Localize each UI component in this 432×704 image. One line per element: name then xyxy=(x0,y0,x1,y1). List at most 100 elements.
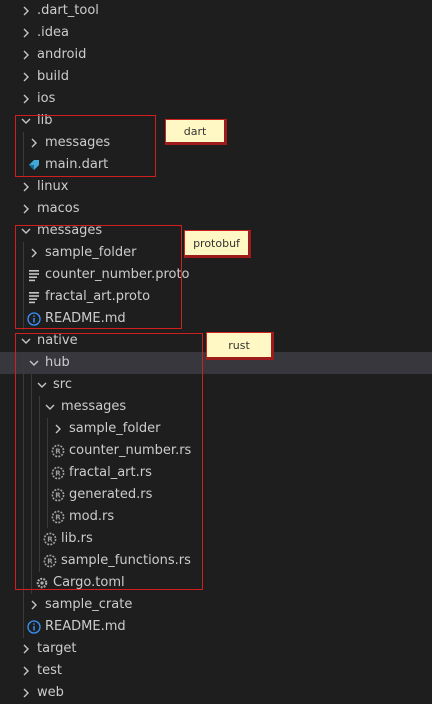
tree-file-mod-rs[interactable]: Rmod.rs xyxy=(0,506,432,528)
tree-folder-web[interactable]: web xyxy=(0,682,432,704)
tree-item-label: sample_functions.rs xyxy=(61,553,191,568)
tree-file-fractal-art-rs[interactable]: Rfractal_art.rs xyxy=(0,462,432,484)
tree-file-lib-rs[interactable]: Rlib.rs xyxy=(0,528,432,550)
chevron-right-icon[interactable] xyxy=(50,421,66,437)
tree-file-main-dart[interactable]: main.dart xyxy=(0,154,432,176)
tree-item-label: counter_number.rs xyxy=(69,443,192,458)
tree-item-label: messages xyxy=(61,399,127,414)
indent-guide xyxy=(39,396,40,418)
indent-guide xyxy=(23,418,24,440)
chevron-right-icon[interactable] xyxy=(18,663,34,679)
indent-guide xyxy=(23,308,24,330)
indent-guide xyxy=(23,154,24,176)
indent-guide xyxy=(23,396,24,418)
tree-file-readme-md[interactable]: README.md xyxy=(0,616,432,638)
chevron-right-icon[interactable] xyxy=(18,3,34,19)
tree-file-generated-rs[interactable]: Rgenerated.rs xyxy=(0,484,432,506)
indent-guide xyxy=(31,418,32,440)
chevron-right-icon[interactable] xyxy=(18,25,34,41)
tree-item-label: generated.rs xyxy=(69,487,153,502)
chevron-down-icon[interactable] xyxy=(18,223,34,239)
tree-item-label: lib xyxy=(37,113,53,128)
svg-text:R: R xyxy=(55,448,61,456)
chevron-right-icon[interactable] xyxy=(18,47,34,63)
annotation-rust-label: rust xyxy=(228,338,250,352)
tree-item-label: fractal_art.rs xyxy=(69,465,152,480)
tree-item-label: fractal_art.proto xyxy=(45,289,151,304)
indent-guide xyxy=(47,462,48,484)
indent-guide xyxy=(23,242,24,264)
tree-folder--dart-tool[interactable]: .dart_tool xyxy=(0,0,432,22)
indent-guide xyxy=(23,616,24,638)
rust-file-icon: R xyxy=(50,443,66,459)
tree-item-label: web xyxy=(37,685,64,700)
svg-text:R: R xyxy=(55,492,61,500)
tree-item-label: src xyxy=(53,377,72,392)
chevron-right-icon[interactable] xyxy=(26,245,42,261)
tree-folder-build[interactable]: build xyxy=(0,66,432,88)
tree-file-cargo-toml[interactable]: Cargo.toml xyxy=(0,572,432,594)
tree-folder-android[interactable]: android xyxy=(0,44,432,66)
chevron-right-icon[interactable] xyxy=(18,91,34,107)
tree-file-fractal-art-proto[interactable]: fractal_art.proto xyxy=(0,286,432,308)
chevron-right-icon[interactable] xyxy=(18,641,34,657)
indent-guide xyxy=(23,352,24,374)
tree-folder-test[interactable]: test xyxy=(0,660,432,682)
chevron-right-icon[interactable] xyxy=(18,179,34,195)
tree-folder-sample-folder[interactable]: sample_folder xyxy=(0,418,432,440)
tree-item-label: messages xyxy=(45,135,111,150)
tree-item-label: main.dart xyxy=(45,157,109,172)
gear-icon xyxy=(34,575,50,591)
tree-item-label: build xyxy=(37,69,69,84)
tree-folder-sample-crate[interactable]: sample_crate xyxy=(0,594,432,616)
tree-item-label: messages xyxy=(37,223,103,238)
indent-guide xyxy=(47,506,48,528)
svg-text:R: R xyxy=(47,536,53,544)
tree-item-label: ios xyxy=(37,91,56,106)
tree-file-readme-md[interactable]: README.md xyxy=(0,308,432,330)
indent-guide xyxy=(31,484,32,506)
indent-guide xyxy=(23,484,24,506)
chevron-down-icon[interactable] xyxy=(26,355,42,371)
info-icon xyxy=(26,311,42,327)
tree-file-counter-number-proto[interactable]: counter_number.proto xyxy=(0,264,432,286)
indent-guide xyxy=(23,440,24,462)
tree-item-label: README.md xyxy=(45,311,126,326)
indent-guide xyxy=(47,484,48,506)
indent-guide xyxy=(39,550,40,572)
svg-text:R: R xyxy=(47,558,53,566)
tree-file-counter-number-rs[interactable]: Rcounter_number.rs xyxy=(0,440,432,462)
tree-folder-src[interactable]: src xyxy=(0,374,432,396)
chevron-right-icon[interactable] xyxy=(26,135,42,151)
indent-guide xyxy=(31,550,32,572)
proto-file-icon xyxy=(26,267,42,283)
annotation-rust: rust xyxy=(206,332,274,360)
chevron-down-icon[interactable] xyxy=(18,113,34,129)
chevron-down-icon[interactable] xyxy=(34,377,50,393)
tree-folder-target[interactable]: target xyxy=(0,638,432,660)
indent-guide xyxy=(39,440,40,462)
chevron-down-icon[interactable] xyxy=(42,399,58,415)
rust-file-icon: R xyxy=(42,553,58,569)
tree-item-label: .idea xyxy=(37,25,69,40)
chevron-right-icon[interactable] xyxy=(26,597,42,613)
tree-folder--idea[interactable]: .idea xyxy=(0,22,432,44)
tree-item-label: sample_crate xyxy=(45,597,133,612)
tree-item-label: android xyxy=(37,47,87,62)
tree-item-label: hub xyxy=(45,355,70,370)
indent-guide xyxy=(23,132,24,154)
rust-file-icon: R xyxy=(50,465,66,481)
tree-file-sample-functions-rs[interactable]: Rsample_functions.rs xyxy=(0,550,432,572)
tree-folder-macos[interactable]: macos xyxy=(0,198,432,220)
annotation-dart: dart xyxy=(165,119,227,145)
chevron-down-icon[interactable] xyxy=(18,333,34,349)
svg-text:R: R xyxy=(55,470,61,478)
tree-folder-linux[interactable]: linux xyxy=(0,176,432,198)
chevron-right-icon[interactable] xyxy=(18,69,34,85)
tree-folder-ios[interactable]: ios xyxy=(0,88,432,110)
tree-folder-messages[interactable]: messages xyxy=(0,396,432,418)
chevron-right-icon[interactable] xyxy=(18,685,34,701)
indent-guide xyxy=(23,374,24,396)
indent-guide xyxy=(23,550,24,572)
chevron-right-icon[interactable] xyxy=(18,201,34,217)
